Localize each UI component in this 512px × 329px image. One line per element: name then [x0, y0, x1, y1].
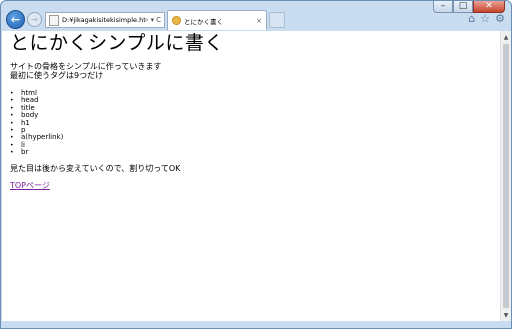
list-item: p — [10, 126, 500, 135]
list-item: head — [10, 96, 500, 105]
gear-icon[interactable]: ⚙ — [495, 13, 505, 24]
intro-line-1: サイトの骨格をシンプルに作っていきます — [10, 62, 162, 71]
scroll-down-arrow-icon[interactable]: ▼ — [501, 309, 511, 321]
tag-list: html head title body h1 p a(hyperlink) l… — [10, 89, 500, 157]
list-item: title — [10, 104, 500, 113]
vertical-scrollbar[interactable]: ▲ ▼ — [500, 31, 511, 321]
page-file-icon — [49, 14, 59, 26]
scrollbar-thumb[interactable] — [503, 44, 509, 308]
tab-close-icon[interactable]: × — [256, 17, 262, 25]
forward-arrow-icon: → — [31, 15, 38, 24]
address-bar[interactable]: D:¥jikagakisitekisimple.html ⌕ ▾ C — [45, 12, 165, 28]
dropdown-icon[interactable]: ▾ — [151, 16, 155, 25]
search-icon[interactable]: ⌕ — [145, 16, 149, 25]
page-viewport: とにかくシンプルに書く サイトの骨格をシンプルに作っていきます 最初に使うタグは… — [2, 31, 500, 321]
list-item: body — [10, 111, 500, 120]
new-tab-button[interactable] — [269, 12, 285, 28]
page-content: とにかくシンプルに書く サイトの骨格をシンプルに作っていきます 最初に使うタグは… — [2, 31, 500, 192]
page-heading: とにかくシンプルに書く — [10, 32, 224, 54]
scroll-up-arrow-icon[interactable]: ▲ — [501, 31, 511, 43]
list-item: br — [10, 148, 500, 157]
refresh-icon[interactable]: C — [156, 16, 161, 25]
back-button[interactable]: ← — [6, 10, 25, 29]
list-item: li — [10, 141, 500, 150]
top-page-link[interactable]: TOPページ — [10, 181, 50, 190]
command-icons: ⌂ ☆ ⚙ — [468, 13, 505, 24]
forward-button[interactable]: → — [27, 12, 42, 27]
address-tools: ⌕ ▾ C — [145, 16, 161, 25]
intro-line-2: 最初に使うタグは9つだけ — [10, 71, 104, 80]
list-item: html — [10, 89, 500, 98]
tab-title: とにかく書く — [184, 17, 223, 26]
star-icon[interactable]: ☆ — [480, 13, 490, 24]
navigation-bar: ← → D:¥jikagakisitekisimple.html ⌕ ▾ C と… — [1, 9, 511, 31]
address-url[interactable]: D:¥jikagakisitekisimple.html — [62, 16, 145, 24]
intro-paragraph: サイトの骨格をシンプルに作っていきます 最初に使うタグは9つだけ — [10, 62, 500, 80]
list-item: a(hyperlink) — [10, 134, 500, 143]
tab-current[interactable]: とにかく書く × — [167, 10, 267, 30]
note-paragraph: 見た目は後から変えていくので、割り切ってOK — [10, 163, 181, 173]
browser-window: – □ ✕ ← → D:¥jikagakisitekisimple.html ⌕… — [0, 0, 512, 329]
home-icon[interactable]: ⌂ — [468, 13, 475, 24]
list-item: h1 — [10, 119, 500, 128]
back-arrow-icon: ← — [10, 13, 21, 26]
ie-page-icon — [172, 16, 181, 25]
window-bottom-frame — [1, 321, 511, 328]
